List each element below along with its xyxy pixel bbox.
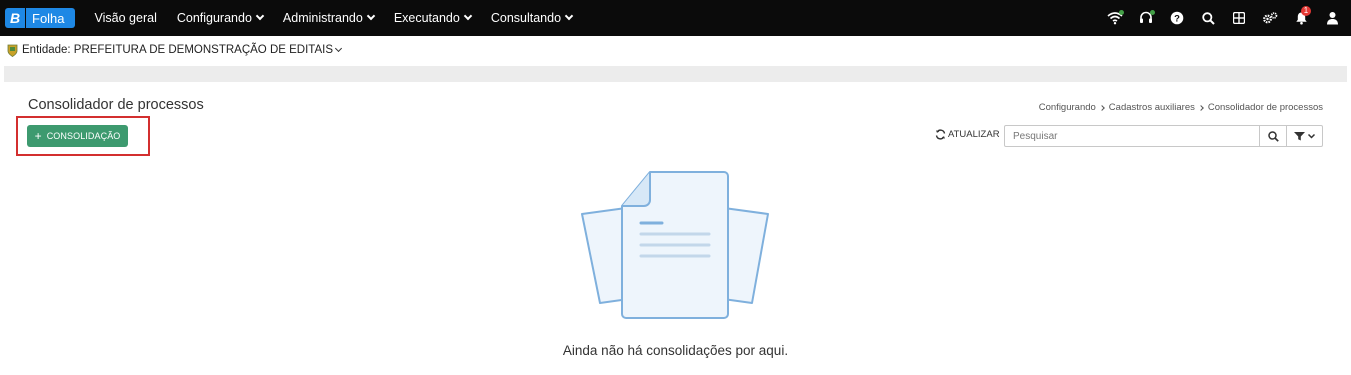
nav-executando[interactable]: Executando	[393, 11, 473, 25]
breadcrumb-item-cadastros-auxiliares[interactable]: Cadastros auxiliares	[1109, 102, 1195, 113]
notifications-badge: 1	[1301, 6, 1311, 16]
support-status-dot	[1150, 10, 1155, 15]
entity-selector[interactable]: Entidade: PREFEITURA DE DEMONSTRAÇÃO DE …	[7, 42, 343, 58]
nav-administrando[interactable]: Administrando	[282, 11, 376, 25]
app-name: Folha	[26, 8, 75, 28]
breadcrumb: Configurando Cadastros auxiliares Consol…	[1039, 102, 1323, 113]
chevron-down-icon	[366, 11, 376, 21]
nav-visao-geral[interactable]: Visão geral	[95, 11, 157, 25]
refresh-label: ATUALIZAR	[948, 129, 1000, 140]
nav-consultando[interactable]: Consultando	[490, 11, 574, 25]
entity-label: Entidade: PREFEITURA DE DEMONSTRAÇÃO DE …	[22, 44, 333, 56]
page-title: Consolidador de processos	[28, 97, 204, 113]
plus-icon: +	[34, 129, 42, 143]
header-divider	[4, 66, 1347, 82]
breadcrumb-item-consolidador: Consolidador de processos	[1207, 102, 1323, 113]
top-navbar: B Folha Visão geral Configurando Adminis…	[0, 0, 1351, 36]
refresh-button[interactable]: ATUALIZAR	[935, 129, 1000, 140]
nav-administrando-label: Administrando	[282, 11, 363, 25]
search-icon[interactable]	[1195, 5, 1221, 31]
main-menu: Visão geral Configurando Administrando E…	[95, 11, 593, 25]
nav-executando-label: Executando	[393, 11, 460, 25]
chevron-down-icon	[463, 11, 473, 21]
search-input[interactable]	[1004, 125, 1260, 147]
chevron-right-icon	[1198, 104, 1204, 111]
add-consolidacao-button[interactable]: + CONSOLIDAÇÃO	[27, 125, 128, 147]
empty-state-message: Ainda não há consolidações por aqui.	[562, 343, 789, 358]
app-brand[interactable]: B Folha	[5, 8, 75, 28]
entity-crest-icon	[7, 44, 18, 57]
settings-gears-icon[interactable]	[1257, 5, 1283, 31]
user-avatar-icon[interactable]	[1319, 5, 1345, 31]
svg-text:?: ?	[1174, 13, 1180, 24]
headset-icon[interactable]	[1133, 5, 1159, 31]
notifications-bell-icon[interactable]: 1	[1288, 5, 1314, 31]
filter-icon	[1293, 132, 1315, 141]
wifi-icon[interactable]	[1102, 5, 1128, 31]
add-consolidacao-label: CONSOLIDAÇÃO	[46, 131, 121, 141]
refresh-icon	[935, 129, 946, 140]
help-icon[interactable]: ?	[1164, 5, 1190, 31]
nav-configurando[interactable]: Configurando	[176, 11, 265, 25]
app-name-text: Folha	[32, 10, 65, 26]
chevron-right-icon	[1098, 104, 1105, 111]
search-button[interactable]	[1259, 125, 1287, 147]
nav-configurando-label: Configurando	[176, 11, 252, 25]
chevron-down-icon	[564, 11, 574, 21]
chevron-down-icon	[255, 11, 265, 21]
online-status-dot	[1119, 10, 1124, 15]
brand-logo: B	[5, 8, 25, 28]
nav-visao-geral-label: Visão geral	[94, 11, 157, 25]
search-icon	[1267, 130, 1279, 142]
nav-consultando-label: Consultando	[490, 11, 562, 25]
breadcrumb-item-configurando[interactable]: Configurando	[1039, 102, 1096, 113]
filter-dropdown-button[interactable]	[1286, 125, 1323, 147]
empty-documents-illustration	[581, 171, 769, 319]
chevron-down-icon	[334, 44, 343, 53]
header-tools: ? 1	[1097, 0, 1345, 36]
apps-grid-icon[interactable]	[1226, 5, 1252, 31]
